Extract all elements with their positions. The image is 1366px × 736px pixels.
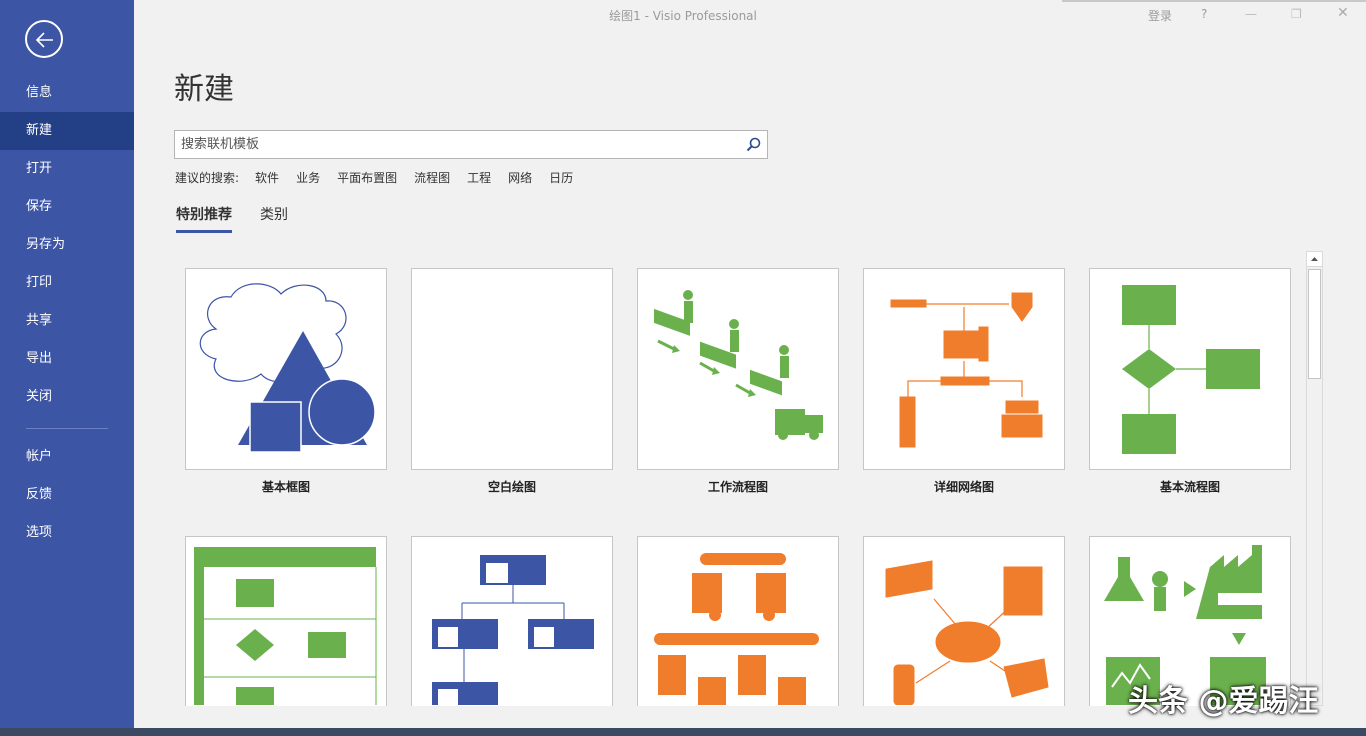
template-detailed-network[interactable] [863, 268, 1065, 470]
suggested-link[interactable]: 网络 [508, 169, 532, 186]
arrow-left-icon [35, 32, 53, 48]
template-label: 工作流程图 [707, 480, 768, 494]
template-basic-block[interactable] [185, 268, 387, 470]
nav-close[interactable]: 关闭 [0, 378, 134, 416]
nav-save[interactable]: 保存 [0, 188, 134, 226]
nav-new[interactable]: 新建 [0, 112, 134, 150]
suggested-searches: 建议的搜索: 软件 业务 平面布置图 流程图 工程 网络 日历 [175, 169, 590, 186]
search-icon[interactable] [746, 137, 761, 152]
tab-categories[interactable]: 类别 [260, 204, 288, 224]
servers-thumbnail [654, 553, 819, 707]
suggested-link[interactable]: 流程图 [414, 169, 450, 186]
suggested-link[interactable]: 日历 [549, 169, 573, 186]
restore-button[interactable]: ❐ [1291, 7, 1302, 21]
cross-functional-thumbnail [194, 547, 377, 707]
template-cross-functional[interactable] [185, 536, 387, 707]
nav-share[interactable]: 共享 [0, 302, 134, 340]
template-workflow[interactable] [637, 268, 839, 470]
nav-print[interactable]: 打印 [0, 264, 134, 302]
taskbar [0, 728, 1366, 736]
nav-feedback[interactable]: 反馈 [0, 476, 134, 514]
nav-options[interactable]: 选项 [0, 514, 134, 552]
suggested-link[interactable]: 业务 [296, 169, 320, 186]
nav-account[interactable]: 帐户 [0, 438, 134, 476]
template-label: 详细网络图 [933, 480, 994, 494]
watermark: 头条 @爱踢汪 [1128, 684, 1319, 719]
nav-info[interactable]: 信息 [0, 74, 134, 112]
search-input[interactable] [181, 135, 741, 154]
tab-featured[interactable]: 特别推荐 [176, 204, 232, 233]
login-link[interactable]: 登录 [1148, 7, 1172, 24]
close-button[interactable]: ✕ [1337, 5, 1349, 21]
help-button[interactable]: ? [1201, 7, 1207, 21]
basic-block-thumbnail [199, 283, 376, 453]
nav-open[interactable]: 打开 [0, 150, 134, 188]
template-label: 空白绘图 [487, 480, 536, 494]
suggested-link[interactable]: 工程 [467, 169, 491, 186]
back-button[interactable] [25, 20, 63, 58]
nav-separator [26, 428, 108, 429]
vertical-scrollbar[interactable] [1306, 251, 1323, 706]
nav-save-as[interactable]: 另存为 [0, 226, 134, 264]
nav-export[interactable]: 导出 [0, 340, 134, 378]
minimize-button[interactable]: — [1245, 7, 1257, 21]
backstage-sidebar: 信息 新建 打开 保存 另存为 打印 共享 导出 关闭 帐户 反馈 选项 [0, 0, 134, 728]
scroll-up-button[interactable] [1307, 252, 1322, 267]
workflow-thumbnail [654, 290, 823, 440]
template-search [174, 130, 768, 159]
template-network-servers[interactable] [637, 536, 839, 707]
org-chart-thumbnail [432, 555, 594, 707]
basic-network-thumbnail [885, 560, 1049, 706]
template-basic-flowchart[interactable] [1089, 268, 1291, 470]
page-title: 新建 [174, 72, 234, 107]
suggested-link[interactable]: 软件 [255, 169, 279, 186]
template-org-chart[interactable] [411, 536, 613, 707]
template-label: 基本框图 [261, 480, 310, 494]
template-label: 基本流程图 [1159, 480, 1220, 494]
suggested-link[interactable]: 平面布置图 [337, 169, 397, 186]
suggested-label: 建议的搜索: [175, 171, 240, 185]
scroll-thumb[interactable] [1308, 269, 1321, 379]
window-shadow [1062, 0, 1366, 2]
template-basic-network[interactable] [863, 536, 1065, 706]
basic-flowchart-thumbnail [1122, 285, 1260, 454]
chevron-up-icon [1311, 257, 1318, 261]
network-thumbnail [890, 292, 1043, 448]
template-blank-drawing[interactable] [411, 268, 613, 470]
